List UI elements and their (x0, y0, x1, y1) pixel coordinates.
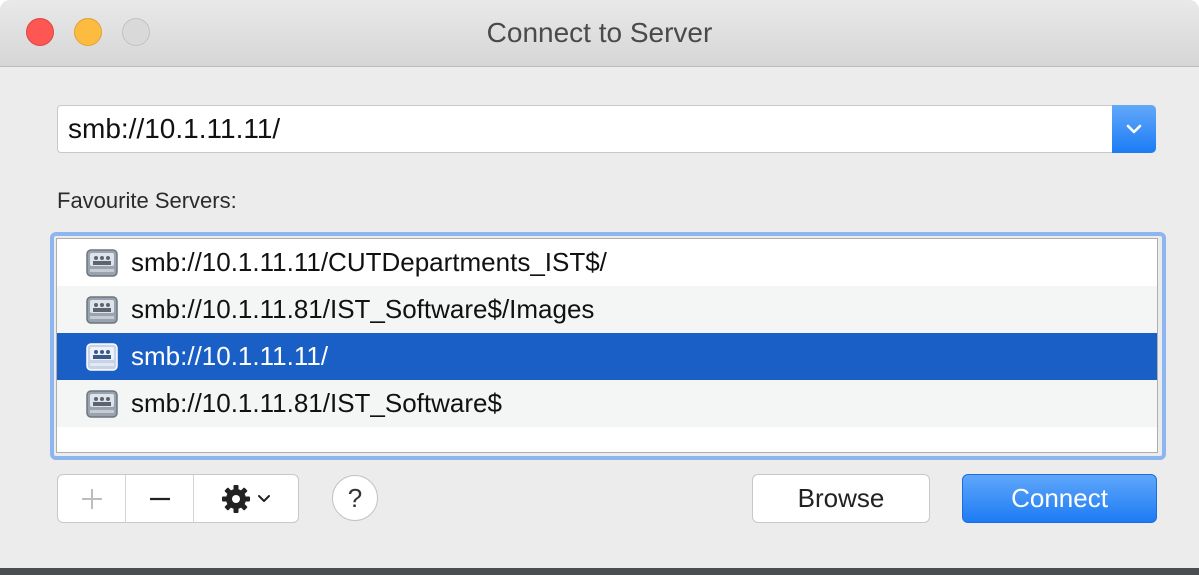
chevron-down-icon (1126, 124, 1142, 134)
gear-icon (222, 484, 250, 513)
favourite-servers-label: Favourite Servers: (57, 188, 237, 213)
favourites-toolbar (57, 474, 299, 523)
plus-icon (81, 488, 102, 509)
minus-icon (149, 497, 170, 500)
favourite-server-url: smb://10.1.11.81/IST_Software$/Images (131, 294, 595, 324)
server-address-combobox (57, 105, 1156, 153)
remove-favourite-button[interactable] (126, 475, 194, 522)
window-title: Connect to Server (486, 17, 713, 48)
server-address-input[interactable] (58, 106, 1110, 152)
favourite-server-row-selected[interactable]: smb://10.1.11.11/ (57, 333, 1157, 380)
network-server-icon (85, 342, 119, 372)
window-bottom-edge (0, 568, 1199, 575)
browse-button[interactable]: Browse (752, 474, 930, 523)
connect-button[interactable]: Connect (962, 474, 1157, 523)
favourite-servers-list[interactable]: smb://10.1.11.11/CUTDepartments_IST$/ sm… (56, 238, 1158, 453)
recent-servers-dropdown-button[interactable] (1112, 105, 1156, 153)
favourite-server-row[interactable]: smb://10.1.11.11/CUTDepartments_IST$/ (57, 239, 1157, 286)
add-favourite-button[interactable] (58, 475, 126, 522)
chevron-down-icon (258, 494, 270, 502)
connect-to-server-window: Connect to Server Favourite Servers: smb… (0, 0, 1199, 575)
favourite-server-row[interactable]: smb://10.1.11.81/IST_Software$ (57, 380, 1157, 427)
help-button[interactable]: ? (332, 475, 378, 521)
favourite-server-row[interactable]: smb://10.1.11.81/IST_Software$/Images (57, 286, 1157, 333)
network-server-icon (85, 389, 119, 419)
network-server-icon (85, 295, 119, 325)
favourites-action-menu-button[interactable] (194, 475, 298, 522)
favourite-server-url: smb://10.1.11.11/ (131, 341, 329, 371)
favourite-server-url: smb://10.1.11.81/IST_Software$ (131, 388, 502, 418)
title-bar: Connect to Server (0, 0, 1199, 67)
favourite-server-url: smb://10.1.11.11/CUTDepartments_IST$/ (131, 247, 607, 277)
network-server-icon (85, 248, 119, 278)
